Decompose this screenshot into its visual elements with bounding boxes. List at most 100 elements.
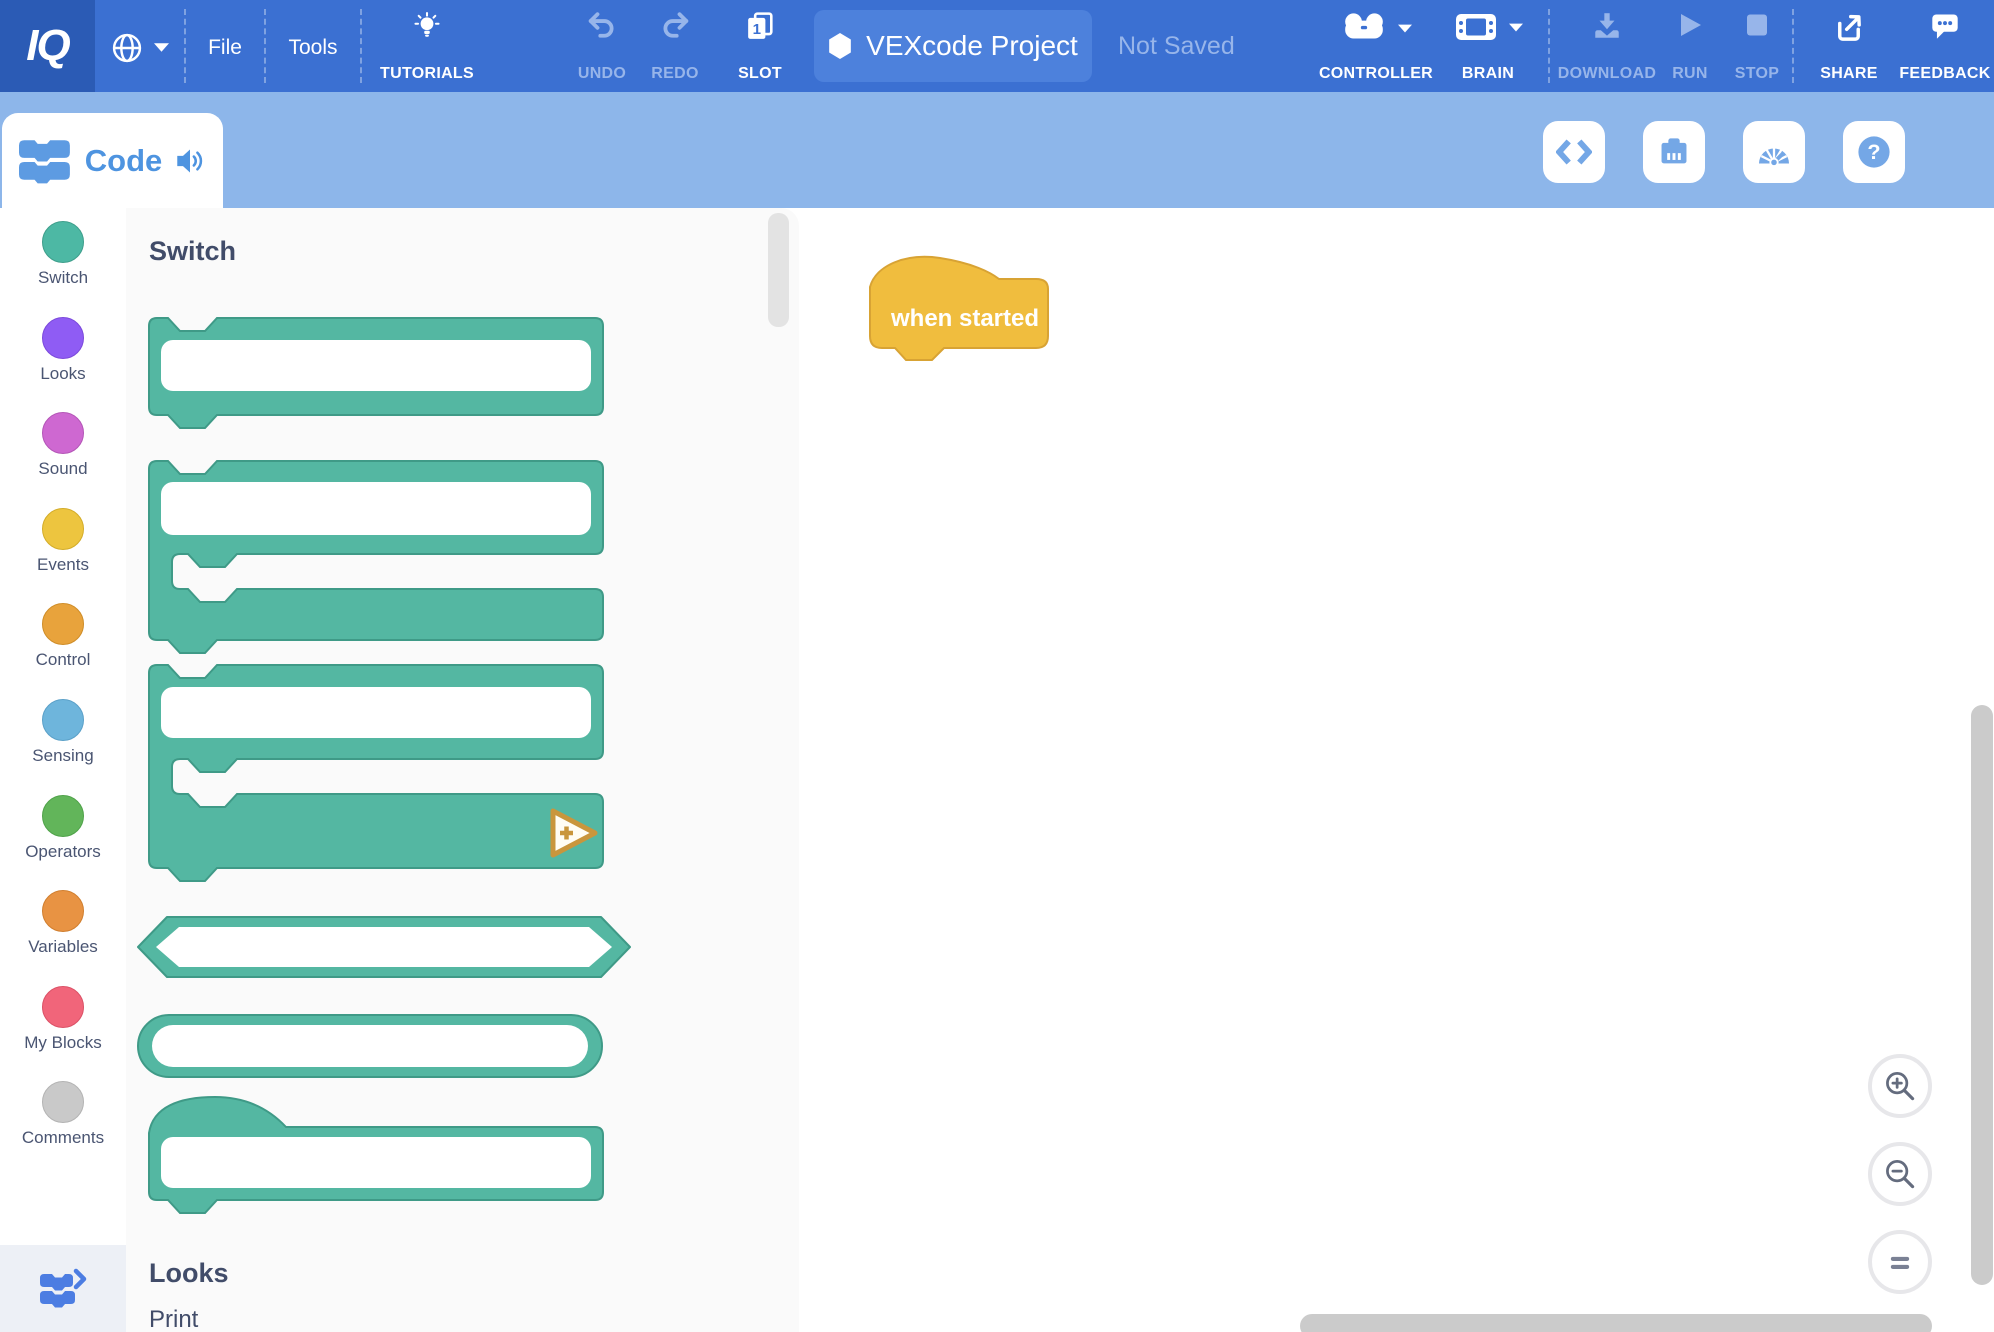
slot-label: SLOT [738, 65, 782, 83]
category-label: Sensing [32, 746, 93, 766]
brain-icon [1454, 12, 1498, 42]
block-palette-flyout: Switch [126, 208, 799, 1332]
help-button[interactable]: ? [1843, 121, 1905, 183]
palette-section-looks: Looks [149, 1258, 229, 1289]
toggle-flyout-button[interactable] [0, 1245, 126, 1332]
sidebar-item-control[interactable]: Control [0, 603, 126, 699]
sidebar-item-my-blocks[interactable]: My Blocks [0, 986, 126, 1082]
category-color-dot[interactable] [42, 317, 84, 359]
sidebar-item-sound[interactable]: Sound [0, 412, 126, 508]
sidebar-item-comments[interactable]: Comments [0, 1081, 126, 1177]
device-ports-button[interactable] [1643, 121, 1705, 183]
category-color-dot[interactable] [42, 1081, 84, 1123]
brain-button[interactable]: BRAIN [1438, 0, 1538, 92]
sidebar-item-events[interactable]: Events [0, 508, 126, 604]
gauge-icon [1755, 137, 1793, 167]
sidebar-item-looks[interactable]: Looks [0, 317, 126, 413]
category-label: Looks [40, 364, 85, 384]
palette-block-c[interactable] [149, 461, 603, 655]
redo-icon [660, 12, 690, 38]
category-color-dot[interactable] [42, 795, 84, 837]
chevron-down-icon [1398, 24, 1412, 33]
redo-label: REDO [651, 65, 698, 83]
text-code-view-button[interactable] [1543, 121, 1605, 183]
flyout-scrollbar[interactable] [768, 213, 789, 327]
tools-menu-label: Tools [288, 36, 337, 60]
save-status: Not Saved [1118, 0, 1235, 92]
run-label: RUN [1672, 65, 1708, 83]
slot-button[interactable]: 1 SLOT [726, 0, 794, 92]
port-icon [1657, 136, 1691, 168]
code-brackets-icon [1556, 138, 1592, 166]
category-label: Events [37, 555, 89, 575]
lightbulb-icon [413, 12, 441, 44]
zoom-reset-button[interactable] [1868, 1230, 1932, 1294]
download-button[interactable]: DOWNLOAD [1556, 0, 1658, 92]
zoom-in-button[interactable] [1868, 1054, 1932, 1118]
category-list: Switch Looks Sound Events Control Sensin… [0, 221, 126, 1177]
vex-iq-logo[interactable]: IQ [0, 0, 95, 92]
category-color-dot[interactable] [42, 508, 84, 550]
palette-block-reporter[interactable] [137, 1014, 603, 1078]
undo-label: UNDO [578, 65, 626, 83]
share-label: SHARE [1820, 65, 1878, 83]
palette-block-boolean[interactable] [137, 915, 631, 979]
category-color-dot[interactable] [42, 986, 84, 1028]
zoom-in-icon [1884, 1070, 1916, 1102]
code-tab[interactable]: Code [2, 113, 223, 208]
run-button[interactable]: RUN [1664, 0, 1716, 92]
sidebar-item-operators[interactable]: Operators [0, 795, 126, 891]
svg-text:1: 1 [753, 21, 761, 38]
sidebar-item-sensing[interactable]: Sensing [0, 699, 126, 795]
tools-menu[interactable]: Tools [266, 0, 360, 92]
vertical-scrollbar[interactable] [1971, 705, 1993, 1285]
sidebar-item-variables[interactable]: Variables [0, 890, 126, 986]
category-sidebar: Switch Looks Sound Events Control Sensin… [0, 208, 126, 1332]
palette-block-stack[interactable] [149, 318, 603, 430]
stop-button[interactable]: STOP [1728, 0, 1786, 92]
horizontal-scrollbar[interactable] [1300, 1314, 1932, 1332]
top-toolbar: IQ File Tools [0, 0, 1994, 92]
category-color-dot[interactable] [42, 221, 84, 263]
toolbar-divider [1792, 9, 1794, 83]
chevron-down-icon [154, 43, 169, 52]
file-menu-label: File [208, 36, 242, 60]
blocks-chevron-icon [39, 1268, 87, 1310]
zoom-out-button[interactable] [1868, 1142, 1932, 1206]
sidebar-item-switch[interactable]: Switch [0, 221, 126, 317]
zoom-out-icon [1884, 1158, 1916, 1190]
stop-label: STOP [1735, 65, 1779, 83]
palette-block-c-extend[interactable] [149, 665, 603, 883]
logo-text: IQ [26, 21, 68, 71]
feedback-label: FEEDBACK [1899, 65, 1990, 83]
palette-section-switch: Switch [149, 236, 236, 267]
undo-button[interactable]: UNDO [566, 0, 638, 92]
category-color-dot[interactable] [42, 412, 84, 454]
language-menu[interactable] [98, 0, 182, 92]
controller-button[interactable]: CONTROLLER [1318, 0, 1434, 92]
speaker-icon [174, 147, 206, 175]
secondary-toolbar: Code [0, 92, 1994, 208]
main-area: Switch Looks Sound Events Control Sensin… [0, 208, 1994, 1332]
category-color-dot[interactable] [42, 890, 84, 932]
toolbar-divider [1548, 9, 1550, 83]
workspace-canvas[interactable]: when started [799, 208, 1994, 1332]
when-started-block[interactable]: when started [870, 256, 1050, 362]
tutorials-label: TUTORIALS [380, 65, 474, 83]
file-menu[interactable]: File [186, 0, 264, 92]
category-label: Comments [22, 1128, 104, 1148]
when-started-label: when started [890, 305, 1040, 333]
redo-button[interactable]: REDO [642, 0, 708, 92]
feedback-button[interactable]: FEEDBACK [1898, 0, 1992, 92]
slot-icon: 1 [746, 12, 774, 40]
category-label: Variables [28, 937, 98, 957]
category-color-dot[interactable] [42, 699, 84, 741]
project-name-button[interactable]: VEXcode Project [814, 10, 1092, 82]
dashboard-button[interactable] [1743, 121, 1805, 183]
tutorials-button[interactable]: TUTORIALS [362, 0, 492, 92]
vexcode-app: IQ File Tools [0, 0, 1994, 1332]
category-color-dot[interactable] [42, 603, 84, 645]
question-mark-icon: ? [1856, 134, 1892, 170]
share-button[interactable]: SHARE [1806, 0, 1892, 92]
palette-block-hat[interactable] [149, 1097, 603, 1215]
